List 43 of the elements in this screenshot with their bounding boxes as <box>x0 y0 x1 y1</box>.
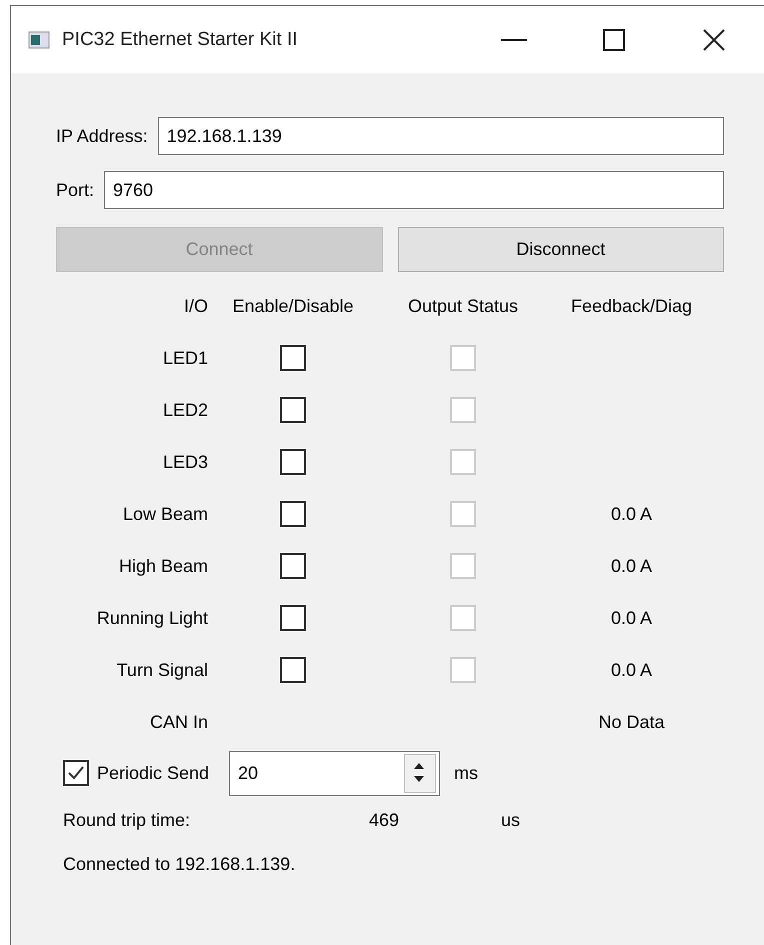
check-icon <box>68 766 84 780</box>
feedback-value: No Data <box>598 712 665 732</box>
enable-checkbox[interactable] <box>280 449 306 475</box>
io-label: Running Light <box>96 608 208 628</box>
column-header: I/O <box>184 296 208 316</box>
enable-checkbox[interactable] <box>280 345 306 371</box>
io-label: High Beam <box>118 556 208 576</box>
io-label: Turn Signal <box>116 660 208 680</box>
column-header: Feedback/Diag <box>570 296 692 316</box>
close-icon <box>703 28 725 50</box>
periodic-send-checkbox[interactable] <box>63 760 89 786</box>
feedback-value: 0.0 A <box>610 660 652 680</box>
io-label: Low Beam <box>122 504 208 524</box>
periodic-send-label: Periodic Send <box>97 762 210 784</box>
io-label: LED1 <box>162 348 208 368</box>
io-label: CAN In <box>150 712 208 732</box>
minimize-icon <box>501 38 527 40</box>
enable-checkbox[interactable] <box>280 553 306 579</box>
status-text: Connected to 192.168.1.139. <box>63 854 296 874</box>
column-header: Enable/Disable <box>232 296 354 316</box>
unit-label: ms <box>454 762 478 784</box>
disconnect-button[interactable]: Disconnect <box>398 227 724 272</box>
app-icon <box>28 30 50 48</box>
ip-address-field[interactable]: 192.168.1.139 <box>158 117 724 155</box>
round-trip-label: Round trip time: <box>63 810 192 830</box>
enable-checkbox[interactable] <box>280 397 306 423</box>
unit-label: us <box>501 810 520 830</box>
window-title: PIC32 Ethernet Starter Kit II <box>62 28 298 50</box>
feedback-value: 0.0 A <box>610 608 652 628</box>
round-trip-value: 469 <box>369 810 400 830</box>
column-header: Output Status <box>408 296 518 316</box>
feedback-value: 0.0 A <box>610 556 652 576</box>
port-field[interactable]: 9760 <box>104 171 724 209</box>
io-label: LED3 <box>162 452 208 472</box>
interval-spinbox[interactable]: 20 <box>229 750 440 796</box>
feedback-value: 0.0 A <box>610 504 652 524</box>
enable-checkbox[interactable] <box>280 501 306 527</box>
enable-checkbox[interactable] <box>280 657 306 683</box>
maximize-icon <box>603 28 625 50</box>
port-label: Port: <box>56 180 94 200</box>
ip-address-label: IP Address: <box>56 126 148 146</box>
io-label: LED2 <box>162 400 208 420</box>
enable-checkbox[interactable] <box>280 605 306 631</box>
